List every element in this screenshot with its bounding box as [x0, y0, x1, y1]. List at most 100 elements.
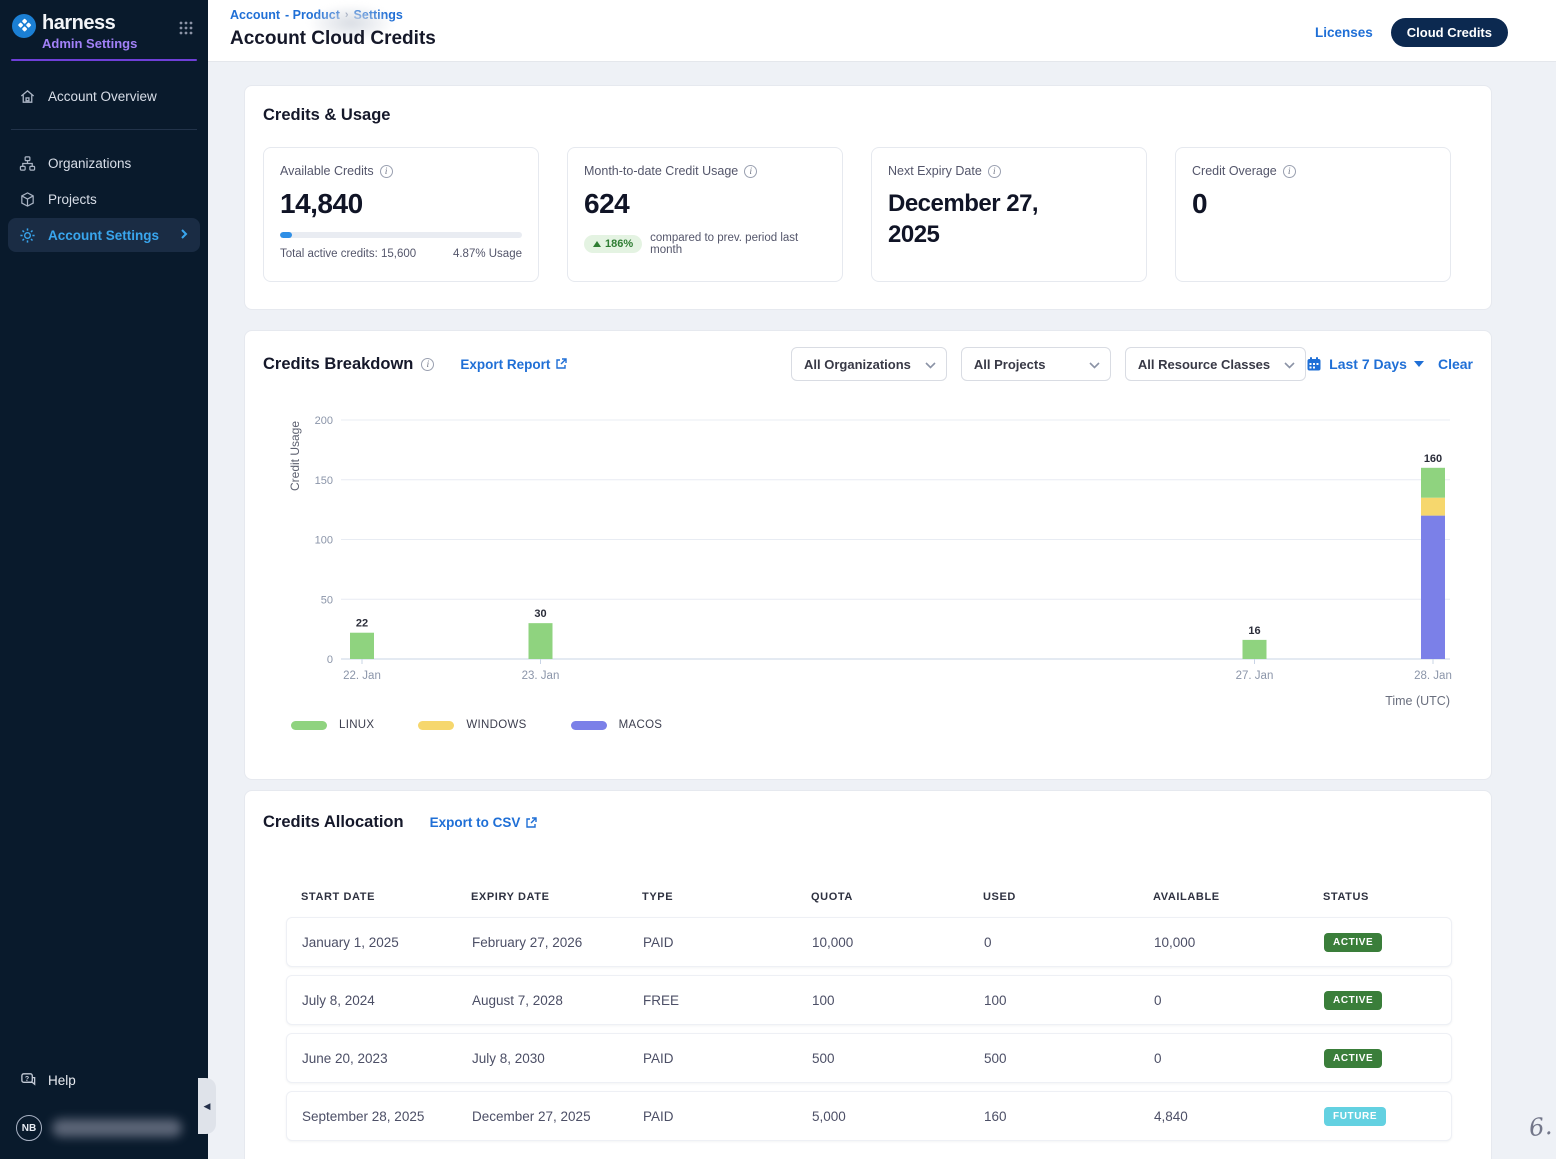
- mtd-usage-value: 624: [584, 188, 826, 220]
- chevron-down-icon: [925, 357, 936, 372]
- legend-swatch: [291, 721, 327, 730]
- column-header-type: TYPE: [642, 891, 811, 903]
- export-report-link[interactable]: Export Report: [460, 357, 567, 372]
- brand-subtitle: Admin Settings: [42, 36, 137, 51]
- credits-usage-card: Credits & Usage Available Credits i 14,8…: [244, 85, 1492, 310]
- column-header-start-date: START DATE: [301, 891, 471, 903]
- breadcrumb-settings[interactable]: Settings: [354, 8, 403, 22]
- status-badge: ACTIVE: [1324, 933, 1382, 952]
- cell-used: 0: [984, 935, 1154, 950]
- licenses-link[interactable]: Licenses: [1315, 25, 1373, 40]
- table-row: July 8, 2024August 7, 2028FREE1001000ACT…: [286, 975, 1452, 1025]
- column-header-status: STATUS: [1323, 891, 1452, 903]
- svg-text:100: 100: [315, 535, 333, 547]
- org-icon: [18, 154, 36, 172]
- caret-down-icon: [1414, 361, 1424, 367]
- sidebar-item-account-overview[interactable]: Account Overview: [8, 79, 200, 113]
- sidebar-item-label: Account Overview: [48, 89, 157, 104]
- filter-select-all-projects[interactable]: All Projects: [961, 347, 1111, 381]
- sidebar-divider: [11, 129, 197, 130]
- breadcrumb-account[interactable]: Account: [230, 8, 280, 22]
- date-range-picker[interactable]: Last 7 Days: [1306, 356, 1424, 372]
- sidebar-item-account-settings[interactable]: Account Settings: [8, 218, 200, 252]
- column-header-expiry-date: EXPIRY DATE: [471, 891, 642, 903]
- svg-text:28. Jan: 28. Jan: [1414, 670, 1452, 682]
- column-header-used: USED: [983, 891, 1153, 903]
- redacted-username: [52, 1119, 182, 1137]
- stat-card-available-credits: Available Credits i 14,840 Total active …: [263, 147, 539, 282]
- date-range-label: Last 7 Days: [1329, 356, 1407, 372]
- sidebar-item-projects[interactable]: Projects: [8, 182, 200, 216]
- info-icon[interactable]: i: [1283, 165, 1296, 178]
- sidebar-item-label: Account Settings: [48, 228, 159, 243]
- breadcrumb-product[interactable]: - Product: [285, 8, 340, 22]
- credits-progress-fill: [280, 232, 292, 238]
- sidebar-collapse-handle[interactable]: ◀: [198, 1078, 216, 1134]
- legend-item-macos[interactable]: MACOS: [571, 719, 663, 731]
- filter-select-all-organizations[interactable]: All Organizations: [791, 347, 947, 381]
- cell-quota: 5,000: [812, 1109, 984, 1124]
- chevron-down-icon: [1089, 357, 1100, 372]
- cell-available: 0: [1154, 993, 1324, 1008]
- filter-group: All Organizations All Projects All Resourc…: [791, 347, 1306, 381]
- table-row: January 1, 2025February 27, 2026PAID10,0…: [286, 917, 1452, 967]
- legend-label: WINDOWS: [466, 719, 526, 731]
- cell-start_date: July 8, 2024: [302, 993, 472, 1008]
- credits-usage-title: Credits & Usage: [263, 106, 1473, 125]
- column-header-available: AVAILABLE: [1153, 891, 1323, 903]
- cell-quota: 500: [812, 1051, 984, 1066]
- cell-available: 4,840: [1154, 1109, 1324, 1124]
- svg-text:0: 0: [327, 654, 333, 666]
- sidebar-nav: Account Overview Organizations Projects Acc…: [0, 79, 208, 252]
- table-row: June 20, 2023July 8, 2030PAID5005000ACTI…: [286, 1033, 1452, 1083]
- avatar[interactable]: NB: [16, 1115, 42, 1141]
- filter-select-all-resource-classes[interactable]: All Resource Classes: [1125, 347, 1306, 381]
- delta-note: compared to prev. period last month: [650, 232, 826, 256]
- usage-percent: 4.87% Usage: [453, 248, 522, 260]
- table-row: September 28, 2025December 27, 2025PAID5…: [286, 1091, 1452, 1141]
- info-icon[interactable]: i: [988, 165, 1001, 178]
- export-csv-link[interactable]: Export to CSV: [430, 815, 538, 830]
- sidebar-item-label: Projects: [48, 192, 97, 207]
- svg-text:16: 16: [1248, 625, 1260, 637]
- svg-text:30: 30: [534, 608, 546, 620]
- cloud-credits-button[interactable]: Cloud Credits: [1391, 18, 1508, 47]
- sidebar-item-help[interactable]: ? Help: [0, 1063, 208, 1097]
- breadcrumb: Account - Product › Settings: [230, 8, 403, 22]
- svg-text:Credit Usage: Credit Usage: [288, 421, 302, 491]
- home-icon: [18, 87, 36, 105]
- user-row[interactable]: NB: [0, 1097, 208, 1149]
- next-expiry-label: Next Expiry Date: [888, 164, 982, 178]
- cell-expiry_date: August 7, 2028: [472, 993, 643, 1008]
- total-active-credits: Total active credits: 15,600: [280, 248, 416, 260]
- next-expiry-value: December 27, 2025: [888, 188, 1088, 250]
- sidebar-item-organizations[interactable]: Organizations: [8, 146, 200, 180]
- available-credits-label: Available Credits: [280, 164, 374, 178]
- svg-text:22. Jan: 22. Jan: [343, 670, 381, 682]
- chevron-down-icon: [1284, 357, 1295, 372]
- svg-text:50: 50: [321, 594, 333, 606]
- info-icon[interactable]: i: [421, 358, 434, 371]
- app-switcher-icon[interactable]: [178, 20, 194, 41]
- harness-logo-icon: [12, 14, 36, 38]
- legend-item-windows[interactable]: WINDOWS: [418, 719, 526, 731]
- credits-allocation-card: Credits Allocation Export to CSV START D…: [244, 790, 1492, 1159]
- credits-breakdown-card: Credits Breakdown i Export Report All Or…: [244, 330, 1492, 780]
- legend-item-linux[interactable]: LINUX: [291, 719, 374, 731]
- status-badge: ACTIVE: [1324, 991, 1382, 1010]
- stat-card-credit-overage: Credit Overage i 0: [1175, 147, 1451, 282]
- cell-expiry_date: July 8, 2030: [472, 1051, 643, 1066]
- help-icon: ?: [20, 1071, 38, 1089]
- info-icon[interactable]: i: [380, 165, 393, 178]
- legend-swatch: [418, 721, 454, 730]
- cell-expiry_date: February 27, 2026: [472, 935, 643, 950]
- info-icon[interactable]: i: [744, 165, 757, 178]
- svg-text:160: 160: [1424, 453, 1442, 465]
- cell-type: PAID: [643, 1109, 812, 1124]
- svg-text:?: ?: [25, 1075, 29, 1083]
- calendar-icon: [1306, 356, 1322, 372]
- stat-card-mtd-usage: Month-to-date Credit Usage i 624 186% co…: [567, 147, 843, 282]
- cell-type: PAID: [643, 1051, 812, 1066]
- clear-filters-link[interactable]: Clear: [1438, 356, 1473, 372]
- cell-quota: 100: [812, 993, 984, 1008]
